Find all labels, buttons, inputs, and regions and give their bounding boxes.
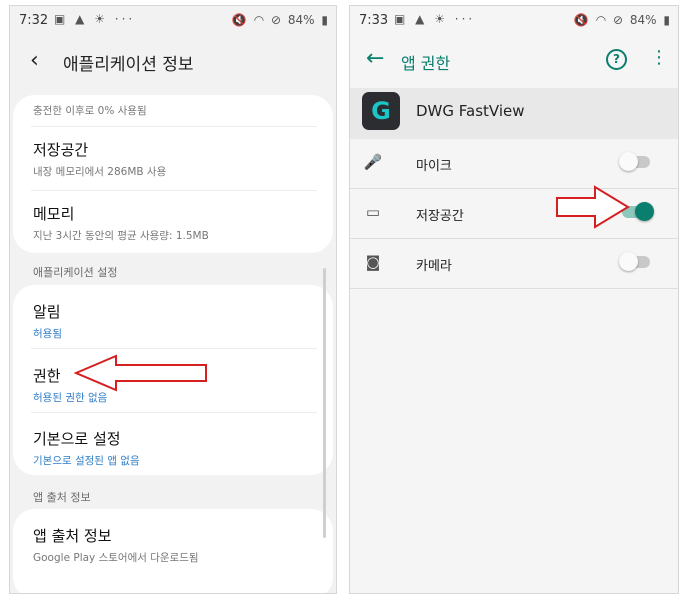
page-title: 앱 권한: [401, 54, 451, 73]
defaults-title: 기본으로 설정: [33, 430, 121, 448]
permission-label: 저장공간: [416, 209, 464, 224]
status-time: 7:33: [359, 13, 389, 28]
annotation-arrow-permissions: [74, 354, 207, 392]
divider: [31, 412, 317, 413]
page-title: 애플리케이션 정보: [63, 55, 194, 75]
battery-percent: 84%: [629, 13, 657, 27]
battery-icon: ▮: [321, 13, 328, 27]
block-icon: ⊘: [613, 13, 624, 27]
camera-toggle[interactable]: [619, 252, 650, 271]
toggle-knob: [635, 202, 654, 221]
permission-label: 마이크: [416, 159, 452, 174]
status-bar: 7:33 ▣ ▲ ☀ ··· 🔇 ◠ ⊘ 84% ▮: [350, 6, 678, 36]
back-arrow-icon[interactable]: ‹: [30, 48, 39, 74]
divider: [31, 126, 317, 127]
usage-card: 충전한 이후로 0% 사용됨 저장공간 내장 메모리에서 286MB 사용 메모…: [13, 95, 333, 253]
app-source-item[interactable]: 앱 출처 정보 Google Play 스토어에서 다운로드됨: [33, 525, 321, 565]
memory-item[interactable]: 메모리 지난 3시간 동안의 평균 사용량: 1.5MB: [33, 203, 321, 243]
scrollbar[interactable]: [323, 268, 326, 538]
battery-icon: ▮: [663, 13, 670, 27]
storage-title: 저장공간: [33, 141, 89, 159]
folder-icon: ▭: [365, 203, 381, 221]
status-right-icons: 🔇 ◠ ⊘ 84% ▮: [229, 13, 328, 27]
storage-subtitle: 내장 메모리에서 286MB 사용: [33, 166, 167, 178]
section-header-app-source: 앱 출처 정보: [33, 491, 91, 504]
source-card: 앱 출처 정보 Google Play 스토어에서 다운로드됨: [13, 509, 333, 593]
right-phone-screen: 7:33 ▣ ▲ ☀ ··· 🔇 ◠ ⊘ 84% ▮ ← 앱 권한 ? ⋮ G …: [349, 5, 679, 594]
notifications-title: 알림: [33, 303, 61, 321]
status-time: 7:32: [19, 13, 49, 28]
notifications-subtitle: 허용됨: [33, 328, 62, 340]
storage-item[interactable]: 저장공간 내장 메모리에서 286MB 사용: [33, 139, 321, 179]
camera-icon: ◙: [365, 253, 381, 271]
left-phone-screen: 7:32 ▣ ▲ ☀ ··· 🔇 ◠ ⊘ 84% ▮ ‹ 애플리케이션 정보 충…: [9, 5, 337, 594]
wifi-icon: ◠: [595, 13, 607, 27]
notification-icons: ▣ ▲ ☀ ···: [54, 12, 136, 26]
microphone-toggle[interactable]: [619, 152, 650, 171]
status-bar: 7:32 ▣ ▲ ☀ ··· 🔇 ◠ ⊘ 84% ▮: [10, 6, 336, 36]
defaults-subtitle: 기본으로 설정된 앱 없음: [33, 455, 140, 467]
status-right-icons: 🔇 ◠ ⊘ 84% ▮: [571, 13, 670, 27]
permission-row-camera[interactable]: ◙ 카메라: [350, 239, 678, 289]
app-info-header: ‹ 애플리케이션 정보: [10, 36, 336, 88]
app-source-title: 앱 출처 정보: [33, 527, 112, 545]
mute-icon: 🔇: [573, 13, 589, 27]
toggle-knob: [619, 252, 638, 271]
help-icon[interactable]: ?: [606, 49, 627, 70]
permissions-subtitle: 허용된 권한 없음: [33, 392, 108, 404]
notification-icons: ▣ ▲ ☀ ···: [394, 12, 476, 26]
toggle-knob: [619, 152, 638, 171]
divider: [31, 348, 317, 349]
memory-subtitle: 지난 3시간 동안의 평균 사용량: 1.5MB: [33, 230, 209, 242]
more-options-icon[interactable]: ⋮: [650, 48, 668, 68]
dwg-fastview-app-icon: G: [362, 92, 400, 130]
block-icon: ⊘: [271, 13, 282, 27]
mute-icon: 🔇: [231, 13, 247, 27]
divider: [31, 190, 317, 191]
annotation-arrow-storage-toggle: [556, 185, 630, 229]
permission-label: 카메라: [416, 259, 452, 274]
app-row: G DWG FastView: [350, 88, 678, 139]
battery-percent: 84%: [287, 13, 315, 27]
section-header-app-settings: 애플리케이션 설정: [33, 266, 118, 279]
microphone-icon: 🎤: [363, 153, 383, 171]
battery-usage-item[interactable]: 충전한 이후로 0% 사용됨: [33, 99, 321, 118]
permission-row-microphone[interactable]: 🎤 마이크: [350, 139, 678, 189]
app-permissions-header: ← 앱 권한 ? ⋮: [350, 36, 678, 88]
back-arrow-icon[interactable]: ←: [366, 46, 384, 71]
notifications-item[interactable]: 알림 허용됨: [33, 301, 321, 341]
memory-title: 메모리: [33, 205, 75, 223]
wifi-icon: ◠: [253, 13, 265, 27]
battery-usage-text: 충전한 이후로 0% 사용됨: [33, 105, 147, 117]
app-source-subtitle: Google Play 스토어에서 다운로드됨: [33, 552, 199, 564]
app-name: DWG FastView: [416, 102, 525, 120]
defaults-item[interactable]: 기본으로 설정 기본으로 설정된 앱 없음: [33, 428, 321, 468]
